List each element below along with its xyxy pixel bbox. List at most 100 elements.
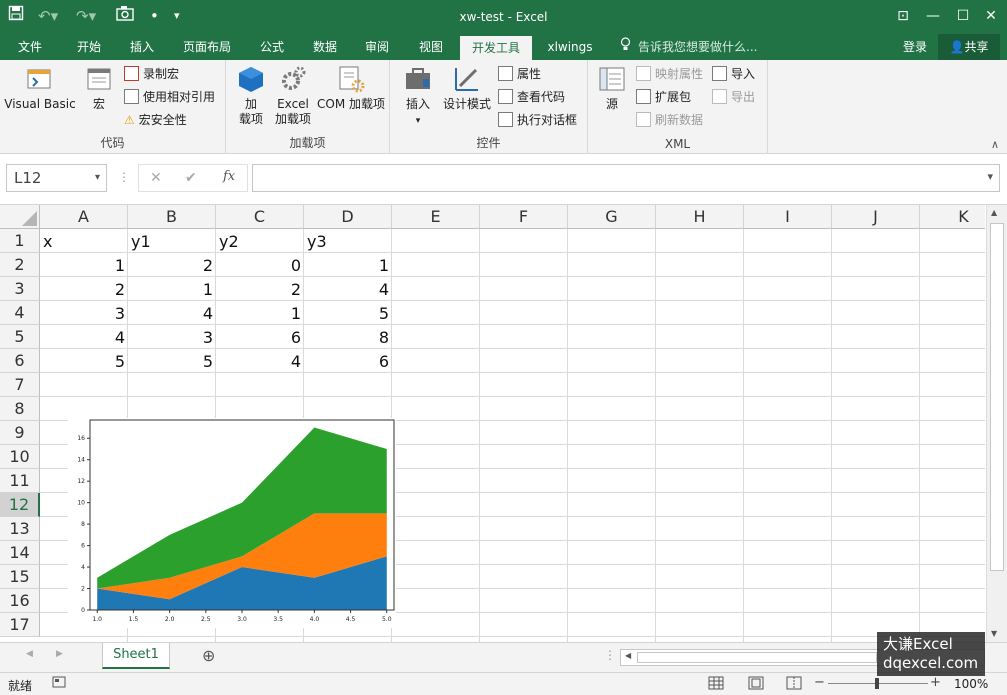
sign-in-link[interactable]: 登录 xyxy=(896,34,934,60)
row-header[interactable]: 14 xyxy=(0,541,40,565)
view-code-button[interactable]: 查看代码 xyxy=(498,87,565,107)
vertical-scroll-thumb[interactable] xyxy=(990,223,1004,571)
row-header[interactable]: 5 xyxy=(0,325,40,349)
cell[interactable]: y3 xyxy=(304,229,392,253)
row-header[interactable]: 3 xyxy=(0,277,40,301)
insert-function-icon[interactable]: fx xyxy=(223,169,235,184)
column-header[interactable]: C xyxy=(216,205,304,229)
tab-page-layout[interactable]: 页面布局 xyxy=(174,34,240,60)
column-header[interactable]: D xyxy=(304,205,392,229)
row-header-selected[interactable]: 12 xyxy=(0,493,40,517)
tab-review[interactable]: 审阅 xyxy=(354,34,400,60)
column-header[interactable]: H xyxy=(656,205,744,229)
design-mode-button[interactable]: 设计模式 xyxy=(440,64,494,112)
column-header[interactable]: J xyxy=(832,205,920,229)
tab-split-handle[interactable]: ⋮ xyxy=(604,648,616,662)
cell[interactable]: x xyxy=(40,229,128,253)
row-header[interactable]: 13 xyxy=(0,517,40,541)
scroll-down-icon[interactable]: ▼ xyxy=(991,629,997,638)
cell[interactable]: 5 xyxy=(40,349,128,373)
page-layout-view-icon[interactable] xyxy=(748,676,764,693)
cell[interactable]: 4 xyxy=(40,325,128,349)
zoom-slider[interactable] xyxy=(828,678,928,689)
cell[interactable]: 2 xyxy=(40,277,128,301)
row-header[interactable]: 8 xyxy=(0,397,40,421)
macro-security-button[interactable]: ⚠ 宏安全性 xyxy=(124,110,187,130)
share-button[interactable]: 👤共享 xyxy=(938,34,1000,60)
cell[interactable]: 1 xyxy=(128,277,216,301)
zoom-slider-thumb[interactable] xyxy=(875,678,879,689)
collapse-ribbon-button[interactable]: ∧ xyxy=(991,138,999,151)
cell[interactable]: 3 xyxy=(40,301,128,325)
row-header[interactable]: 6 xyxy=(0,349,40,373)
cell[interactable]: 2 xyxy=(128,253,216,277)
cell[interactable]: y2 xyxy=(216,229,304,253)
horizontal-scroll-thumb[interactable] xyxy=(637,652,877,663)
tab-home[interactable]: 开始 xyxy=(64,34,114,60)
cell[interactable]: 3 xyxy=(128,325,216,349)
cell[interactable]: 4 xyxy=(128,301,216,325)
cancel-icon[interactable]: ✕ xyxy=(150,170,162,186)
com-addins-button[interactable]: COM 加载项 xyxy=(314,64,388,112)
minimize-button[interactable]: — xyxy=(918,4,948,28)
cell[interactable]: 1 xyxy=(304,253,392,277)
row-header[interactable]: 9 xyxy=(0,421,40,445)
column-header[interactable]: K xyxy=(920,205,985,229)
stacked-area-chart[interactable]: 1.0 1.5 2.0 2.5 3.0 3.5 4.0 4.5 5.0 0 2 4 6 8 10 12 14 16 xyxy=(68,418,396,628)
row-header[interactable]: 2 xyxy=(0,253,40,277)
cell[interactable]: 4 xyxy=(304,277,392,301)
tab-file[interactable]: 文件 xyxy=(8,34,52,60)
name-box[interactable]: L12 ▾ xyxy=(6,164,107,192)
maximize-button[interactable]: ☐ xyxy=(948,4,978,28)
formula-bar-grip[interactable]: ⋮ xyxy=(118,170,130,184)
cell[interactable]: 5 xyxy=(304,301,392,325)
cell[interactable]: 4 xyxy=(216,349,304,373)
properties-button[interactable]: 属性 xyxy=(498,64,541,84)
excel-addins-button[interactable]: Excel 加载项 xyxy=(272,64,314,127)
row-header[interactable]: 11 xyxy=(0,469,40,493)
sheet-tab-sheet1[interactable]: Sheet1 xyxy=(102,643,170,669)
macro-recording-icon[interactable] xyxy=(52,675,66,692)
cell[interactable]: 5 xyxy=(128,349,216,373)
visual-basic-button[interactable]: Visual Basic xyxy=(4,64,76,112)
select-all-button[interactable] xyxy=(0,205,40,229)
prev-sheet-icon[interactable]: ◀ xyxy=(26,649,33,659)
relative-reference-button[interactable]: 使用相对引用 xyxy=(124,87,215,107)
xml-import-button[interactable]: 导入 xyxy=(712,64,755,84)
tab-data[interactable]: 数据 xyxy=(302,34,348,60)
xml-source-button[interactable]: 源 xyxy=(594,64,630,112)
map-properties-button[interactable]: 映射属性 xyxy=(636,64,703,84)
tab-xlwings[interactable]: xlwings xyxy=(540,34,600,60)
run-dialog-button[interactable]: 执行对话框 xyxy=(498,110,577,130)
tab-formulas[interactable]: 公式 xyxy=(248,34,296,60)
cell[interactable]: 8 xyxy=(304,325,392,349)
row-header[interactable]: 4 xyxy=(0,301,40,325)
addins-button[interactable]: 加载项 xyxy=(232,64,270,127)
add-sheet-button[interactable]: ⊕ xyxy=(202,646,215,665)
column-header[interactable]: E xyxy=(392,205,480,229)
tell-me-input[interactable]: 告诉我您想要做什么... xyxy=(638,34,768,60)
cell[interactable]: 2 xyxy=(216,277,304,301)
vertical-scrollbar[interactable]: ▲ ▼ xyxy=(986,205,1007,642)
cell[interactable]: y1 xyxy=(128,229,216,253)
tab-insert[interactable]: 插入 xyxy=(118,34,166,60)
macros-button[interactable]: 宏 xyxy=(80,64,118,112)
column-header[interactable]: G xyxy=(568,205,656,229)
normal-view-icon[interactable] xyxy=(708,676,724,693)
close-button[interactable]: ✕ xyxy=(976,4,1006,28)
cell[interactable]: 0 xyxy=(216,253,304,277)
column-header[interactable]: I xyxy=(744,205,832,229)
row-header[interactable]: 17 xyxy=(0,613,40,637)
row-header[interactable]: 15 xyxy=(0,565,40,589)
enter-icon[interactable]: ✔ xyxy=(185,170,197,186)
scroll-left-icon[interactable]: ◀ xyxy=(625,651,631,660)
refresh-data-button[interactable]: 刷新数据 xyxy=(636,110,703,130)
row-header[interactable]: 7 xyxy=(0,373,40,397)
row-header[interactable]: 16 xyxy=(0,589,40,613)
cell[interactable]: 1 xyxy=(216,301,304,325)
insert-control-button[interactable]: 插入 ▾ xyxy=(398,64,438,129)
cell[interactable]: 1 xyxy=(40,253,128,277)
record-macro-button[interactable]: 录制宏 xyxy=(124,64,179,84)
row-header[interactable]: 1 xyxy=(0,229,40,253)
ribbon-display-options-button[interactable]: ⊡ xyxy=(888,4,918,28)
